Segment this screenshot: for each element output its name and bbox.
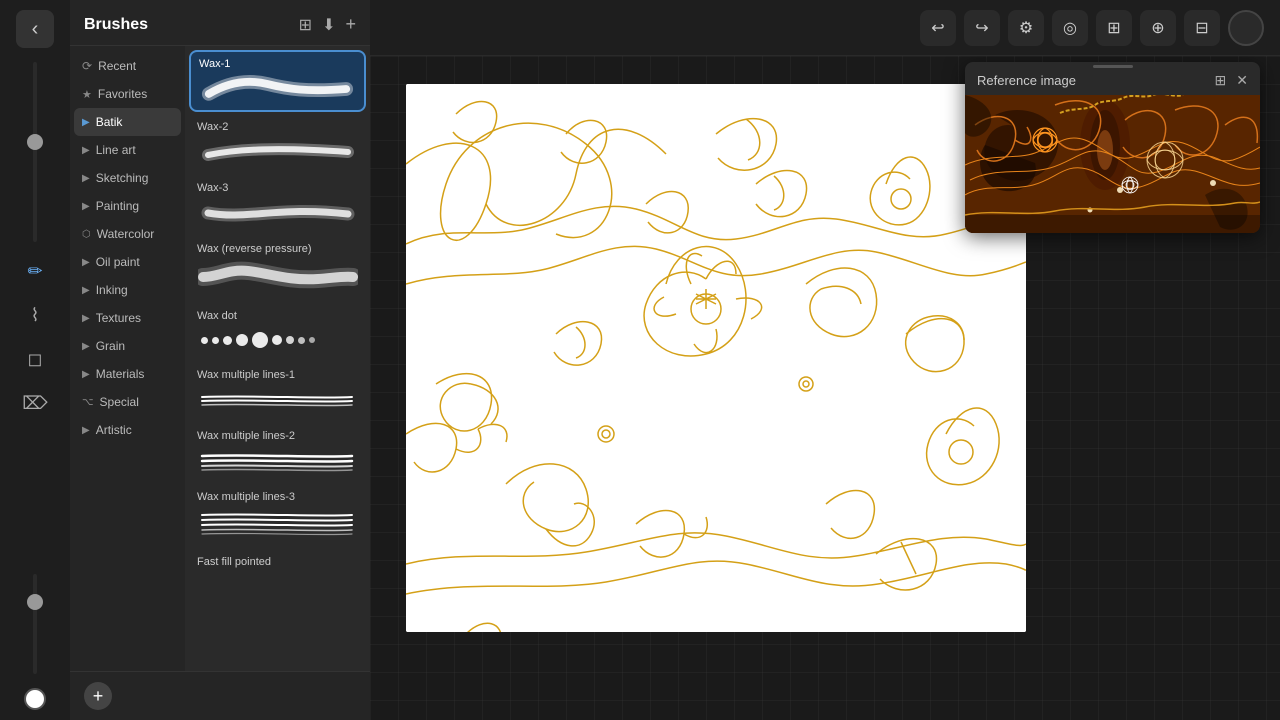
category-item-special[interactable]: ⌥ Special xyxy=(74,388,181,416)
category-item-sketching[interactable]: ▶ Sketching xyxy=(74,164,181,192)
layers-btn[interactable]: ⊟ xyxy=(1184,10,1220,46)
brush-item-wax3[interactable]: Wax-3 xyxy=(189,176,366,234)
brush-item-wax2[interactable]: Wax-2 xyxy=(189,115,366,173)
category-item-textures[interactable]: ▶ Textures xyxy=(74,304,181,332)
category-item-inking[interactable]: ▶ Inking xyxy=(74,276,181,304)
undo-btn[interactable]: ↩ xyxy=(920,10,956,46)
category-item-oilpaint[interactable]: ▶ Oil paint xyxy=(74,248,181,276)
add-new-brush-btn[interactable]: + xyxy=(84,682,112,710)
gallery-btn[interactable]: ⊞ xyxy=(299,14,312,35)
size-slider-thumb[interactable] xyxy=(27,134,43,150)
reference-title: Reference image xyxy=(977,73,1076,88)
brushes-header: Brushes ⊞ ⬇ + xyxy=(70,0,370,46)
color-picker-btn[interactable]: ⊕ xyxy=(1140,10,1176,46)
drawing-canvas[interactable] xyxy=(406,84,1026,632)
category-list: ⟳ Recent ★ Favorites ▶ Batik ▶ Line art … xyxy=(70,46,185,671)
canvas-area[interactable]: Reference image ⊞ ✕ xyxy=(370,56,1280,720)
category-item-materials[interactable]: ▶ Materials xyxy=(74,360,181,388)
brush-item-wax-lines3[interactable]: Wax multiple lines-3 xyxy=(189,485,366,547)
category-item-watercolor[interactable]: ⬡ Watercolor xyxy=(74,220,181,248)
brush-tool-btn[interactable]: ✏ xyxy=(16,252,54,290)
color-swatch-btn[interactable] xyxy=(1228,10,1264,46)
reference-panel: Reference image ⊞ ✕ xyxy=(965,62,1260,233)
reference-image[interactable] xyxy=(965,95,1260,233)
category-item-grain[interactable]: ▶ Grain xyxy=(74,332,181,360)
category-item-painting[interactable]: ▶ Painting xyxy=(74,192,181,220)
transform-btn[interactable]: ⊞ xyxy=(1096,10,1132,46)
category-item-favorites[interactable]: ★ Favorites xyxy=(74,80,181,108)
category-item-artistic[interactable]: ▶ Artistic xyxy=(74,416,181,444)
import-btn[interactable]: ⬇ xyxy=(322,14,335,35)
brush-item-wax-lines2[interactable]: Wax multiple lines-2 xyxy=(189,424,366,482)
brush-item-fast-fill[interactable]: Fast fill pointed xyxy=(189,550,366,574)
brushes-panel: Brushes ⊞ ⬇ + ⟳ Recent ★ Favorites ▶ Bat… xyxy=(70,0,370,720)
brushes-title: Brushes xyxy=(84,16,148,34)
brush-item-wax-lines1[interactable]: Wax multiple lines-1 xyxy=(189,363,366,421)
selection-btn[interactable]: ◎ xyxy=(1052,10,1088,46)
category-item-recent[interactable]: ⟳ Recent xyxy=(74,52,181,80)
reference-close-btn[interactable]: ✕ xyxy=(1236,72,1248,89)
category-item-lineart[interactable]: ▶ Line art xyxy=(74,136,181,164)
eraser-tool-btn[interactable]: ◻ xyxy=(16,340,54,378)
brush-item-wax1[interactable]: Wax-1 xyxy=(189,50,366,112)
brush-list: Wax-1 Wax-2 xyxy=(185,46,370,671)
reference-header: Reference image ⊞ ✕ xyxy=(965,66,1260,95)
category-item-batik[interactable]: ▶ Batik xyxy=(74,108,181,136)
redo-btn[interactable]: ↪ xyxy=(964,10,1000,46)
back-button[interactable]: ‹ xyxy=(16,10,54,48)
fill-tool-btn[interactable]: ⌦ xyxy=(16,384,54,422)
adjustments-btn[interactable]: ⚙ xyxy=(1008,10,1044,46)
top-toolbar: ↩ ↪ ⚙ ◎ ⊞ ⊕ ⊟ xyxy=(370,0,1280,56)
brush-item-wax-reverse[interactable]: Wax (reverse pressure) xyxy=(189,237,366,301)
reference-expand-btn[interactable]: ⊞ xyxy=(1215,72,1227,89)
smudge-tool-btn[interactable]: ⌇ xyxy=(16,296,54,334)
brush-item-wax-dot[interactable]: Wax dot xyxy=(189,304,366,360)
add-brush-btn[interactable]: + xyxy=(345,14,356,35)
color-circle[interactable] xyxy=(24,688,46,710)
opacity-slider-thumb[interactable] xyxy=(27,594,43,610)
